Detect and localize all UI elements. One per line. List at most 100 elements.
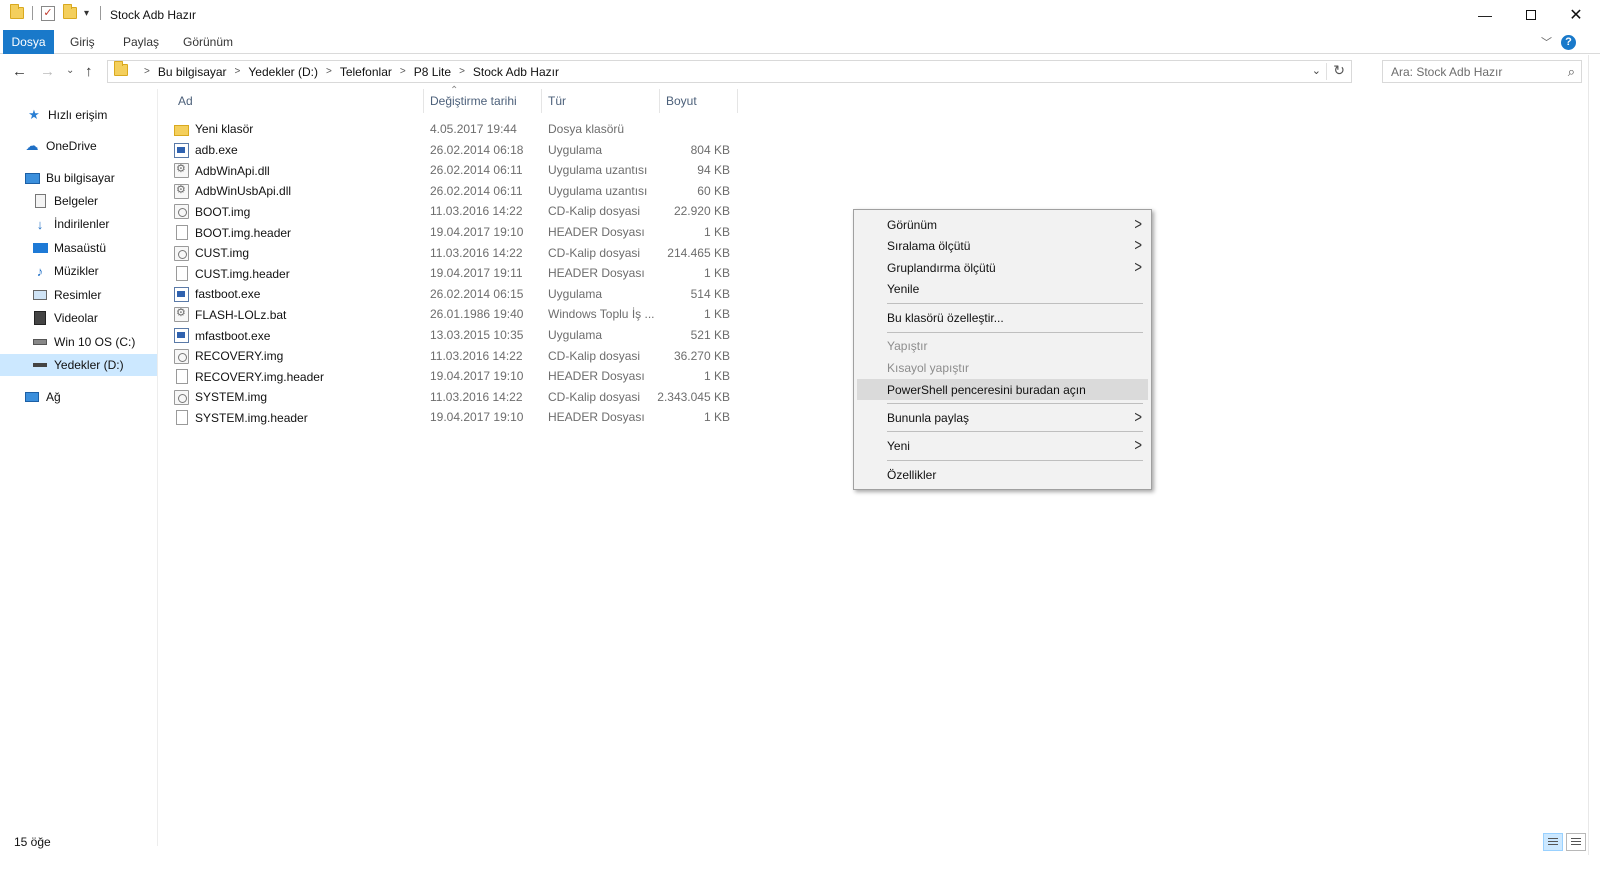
menu-separator: [887, 303, 1143, 304]
customize-quick-access-icon[interactable]: ▾: [84, 8, 89, 19]
address-bar[interactable]: > Bu bilgisayar > Yedekler (D:) > Telefo…: [107, 60, 1352, 83]
column-header-date[interactable]: Değiştirme tarihi: [424, 89, 542, 113]
file-row[interactable]: RECOVERY.img.header 19.04.2017 19:10 HEADE…: [174, 366, 754, 386]
forward-arrow-icon[interactable]: →: [40, 63, 55, 80]
file-row[interactable]: mfastboot.exe 13.03.2015 10:35 Uygulama 521…: [174, 325, 754, 345]
star-icon: ★: [28, 107, 40, 122]
file-row[interactable]: SYSTEM.img 11.03.2016 14:22 CD-Kalip dosya…: [174, 387, 754, 407]
search-icon[interactable]: ⌕: [1568, 64, 1575, 80]
nav-item-drive-d[interactable]: Yedekler (D:): [0, 354, 157, 376]
file-name: SYSTEM.img.header: [195, 410, 308, 425]
vertical-scrollbar[interactable]: [1588, 55, 1600, 855]
file-type: HEADER Dosyası: [548, 369, 645, 384]
nav-item-this-pc[interactable]: Bu bilgisayar: [0, 167, 157, 189]
file-row[interactable]: BOOT.img.header 19.04.2017 19:10 HEADER Do…: [174, 222, 754, 242]
refresh-icon[interactable]: ↻: [1333, 62, 1345, 79]
nav-item-desktop[interactable]: Masaüstü: [0, 237, 157, 259]
file-row[interactable]: AdbWinApi.dll 26.02.2014 06:11 Uygulama uz…: [174, 160, 754, 180]
close-button[interactable]: ✕: [1553, 0, 1599, 30]
minimize-button[interactable]: —: [1462, 0, 1508, 30]
up-arrow-icon[interactable]: ↑: [85, 63, 93, 80]
maximize-button[interactable]: [1508, 0, 1554, 30]
breadcrumb-stock-adb-hazir[interactable]: Stock Adb Hazır: [473, 65, 559, 79]
nav-item-documents[interactable]: Belgeler: [0, 190, 157, 212]
recent-locations-chevron-icon[interactable]: ⌄: [66, 65, 74, 76]
details-view-button[interactable]: [1543, 833, 1563, 851]
menu-item-gruplandirma[interactable]: Gruplandırma ölçütü >: [857, 257, 1148, 278]
breadcrumb-chevron-icon[interactable]: >: [459, 66, 465, 77]
breadcrumb-p8-lite[interactable]: P8 Lite: [414, 65, 451, 79]
breadcrumb-bu-bilgisayar[interactable]: Bu bilgisayar: [158, 65, 227, 79]
menu-item-siralama[interactable]: Sıralama ölçütü >: [857, 235, 1148, 256]
menu-item-share-with[interactable]: Bununla paylaş >: [857, 407, 1148, 428]
documents-icon: [32, 193, 48, 209]
nav-item-drive-c[interactable]: Win 10 OS (C:): [0, 331, 157, 353]
file-row[interactable]: AdbWinUsbApi.dll 26.02.2014 06:11 Uygulama…: [174, 181, 754, 201]
file-row[interactable]: BOOT.img 11.03.2016 14:22 CD-Kalip dosyasi…: [174, 201, 754, 221]
new-folder-quick-access-button[interactable]: [63, 4, 77, 19]
menu-item-yenile[interactable]: Yenile: [857, 278, 1148, 299]
nav-item-label: İndirilenler: [54, 217, 110, 231]
breadcrumb-chevron-icon[interactable]: >: [326, 66, 332, 77]
tab-gorunum[interactable]: Görünüm: [171, 30, 245, 54]
breadcrumb-yedekler[interactable]: Yedekler (D:): [248, 65, 318, 79]
doc-file-icon: [176, 225, 188, 240]
file-row[interactable]: fastboot.exe 26.02.2014 06:15 Uygulama 514 …: [174, 284, 754, 304]
file-name: SYSTEM.img: [195, 390, 268, 405]
menu-item-gorunum[interactable]: Görünüm >: [857, 214, 1148, 235]
nav-item-videos[interactable]: Videolar: [0, 307, 157, 329]
nav-item-label: Videolar: [54, 311, 98, 325]
help-icon[interactable]: ?: [1561, 35, 1576, 50]
file-name: AdbWinApi.dll: [195, 163, 270, 178]
breadcrumb-chevron-icon[interactable]: >: [235, 66, 241, 77]
menu-item-paste[interactable]: Yapıştır: [857, 335, 1148, 356]
file-size: 1 KB: [703, 369, 730, 384]
file-row[interactable]: RECOVERY.img 11.03.2016 14:22 CD-Kalip dos…: [174, 346, 754, 366]
breadcrumb-telefonlar[interactable]: Telefonlar: [340, 65, 392, 79]
menu-item-paste-shortcut[interactable]: Kısayol yapıştır: [857, 357, 1148, 378]
minimize-icon: —: [1478, 7, 1492, 23]
file-row[interactable]: adb.exe 26.02.2014 06:18 Uygulama 804 KB: [174, 140, 754, 160]
address-dropdown-chevron-icon[interactable]: ⌄: [1312, 64, 1321, 77]
column-header-type[interactable]: Tür: [542, 89, 660, 113]
cloud-icon: ☁: [25, 138, 39, 153]
menu-item-new[interactable]: Yeni >: [857, 435, 1148, 456]
menu-item-open-powershell[interactable]: PowerShell penceresini buradan açın: [857, 379, 1148, 400]
maximize-icon: [1526, 10, 1536, 20]
file-row[interactable]: CUST.img.header 19.04.2017 19:11 HEADER Do…: [174, 263, 754, 283]
column-header-size[interactable]: Boyut: [660, 89, 738, 113]
file-row[interactable]: FLASH-LOLz.bat 26.01.1986 19:40 Windows To…: [174, 304, 754, 324]
back-arrow-icon[interactable]: ←: [12, 63, 27, 80]
breadcrumb-chevron-icon[interactable]: >: [400, 66, 406, 77]
computer-icon: [24, 170, 40, 186]
file-row[interactable]: Yeni klasör 4.05.2017 19:44 Dosya klasörü: [174, 119, 754, 139]
img-file-icon: [174, 389, 189, 405]
nav-item-network[interactable]: Ağ: [0, 386, 157, 408]
status-bar: 15 öğe: [0, 830, 1600, 854]
file-name-cell: adb.exe: [174, 142, 238, 158]
breadcrumb-chevron-icon[interactable]: >: [144, 66, 150, 77]
tab-giris[interactable]: Giriş: [58, 30, 107, 54]
file-row[interactable]: CUST.img 11.03.2016 14:22 CD-Kalip dosyasi…: [174, 243, 754, 263]
file-name: CUST.img: [195, 246, 250, 261]
menu-item-properties[interactable]: Özellikler: [857, 464, 1148, 485]
file-name-cell: mfastboot.exe: [174, 328, 270, 343]
nav-item-pictures[interactable]: Resimler: [0, 284, 157, 306]
nav-item-quick-access[interactable]: ★ Hızlı erişim: [0, 104, 157, 126]
search-input[interactable]: [1383, 61, 1543, 82]
tab-dosya[interactable]: Dosya: [3, 30, 54, 54]
file-row[interactable]: SYSTEM.img.header 19.04.2017 19:10 HEADER …: [174, 407, 754, 427]
properties-quick-access-button[interactable]: ✓: [41, 6, 55, 21]
file-name-cell: SYSTEM.img: [174, 389, 268, 405]
menu-item-customize-folder[interactable]: Bu klasörü özelleştir...: [857, 307, 1148, 328]
menu-item-label: Yenile: [887, 282, 920, 296]
column-header-name[interactable]: Ad: [160, 89, 424, 113]
nav-item-music[interactable]: ♪ Müzikler: [0, 260, 157, 282]
tab-paylas[interactable]: Paylaş: [111, 30, 171, 54]
nav-item-label: Yedekler (D:): [54, 358, 124, 372]
nav-item-label: Müzikler: [54, 264, 99, 278]
nav-item-onedrive[interactable]: ☁ OneDrive: [0, 135, 157, 157]
expand-ribbon-chevron-icon[interactable]: ﹀: [1541, 34, 1552, 50]
nav-item-downloads[interactable]: ↓ İndirilenler: [0, 213, 157, 235]
large-icons-view-button[interactable]: [1566, 833, 1586, 851]
